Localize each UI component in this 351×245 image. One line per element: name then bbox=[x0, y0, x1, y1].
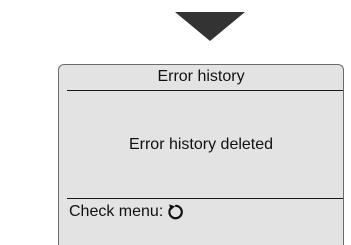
return-arrow-icon bbox=[167, 203, 185, 221]
lcd-screen-panel: Error history Error history deleted Chec… bbox=[58, 64, 344, 245]
down-arrow-icon bbox=[175, 12, 245, 41]
footer-divider bbox=[67, 198, 343, 199]
title-divider bbox=[67, 90, 343, 91]
status-message: Error history deleted bbox=[128, 136, 274, 153]
screen-title: Error history bbox=[157, 68, 245, 85]
footer-hint: Check menu: bbox=[69, 202, 185, 222]
footer-label: Check menu: bbox=[69, 203, 164, 220]
